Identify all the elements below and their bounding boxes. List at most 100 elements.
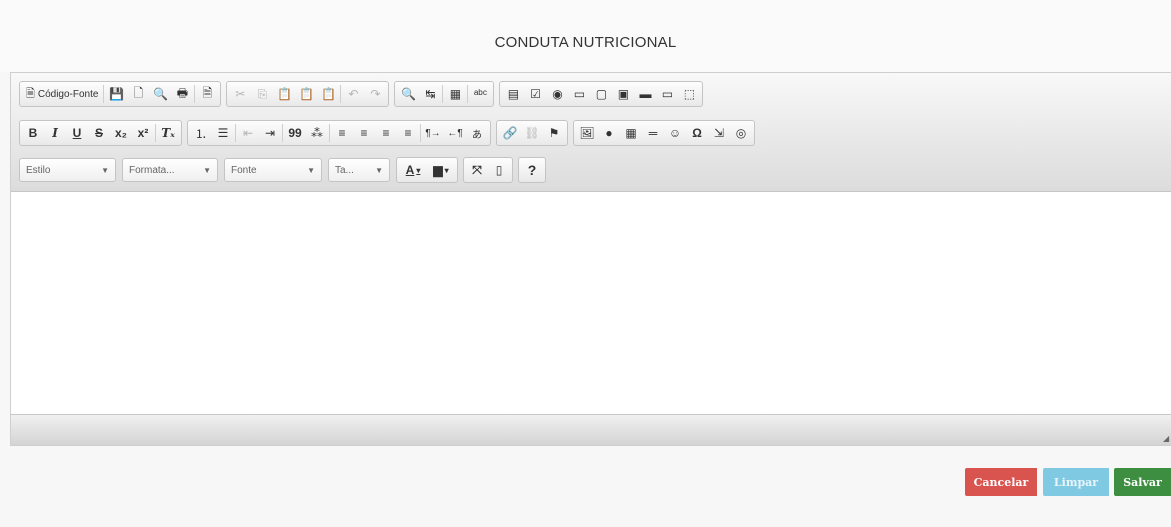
unlink-icon[interactable]: ⛓ bbox=[521, 122, 543, 144]
toolbar-row-1: 🗎 Código-Fonte 💾 🗋 🔍 🖶 🗎 ✂ ⎘ 📋 📋 📋 ↶ ↷ 🔍… bbox=[19, 81, 708, 107]
editing-group: 🔍 ↹ ▦ ᵃᵇᶜ bbox=[394, 81, 495, 107]
clipboard-group: ✂ ⎘ 📋 📋 📋 ↶ ↷ bbox=[226, 81, 390, 107]
separator bbox=[329, 124, 330, 142]
about-group: ? bbox=[518, 157, 546, 183]
rtl-icon[interactable]: ←¶ bbox=[444, 122, 466, 144]
language-icon[interactable]: あ bbox=[466, 122, 488, 144]
link-icon[interactable]: 🔗 bbox=[499, 122, 521, 144]
paste-word-icon[interactable]: 📋 bbox=[317, 83, 339, 105]
separator bbox=[282, 124, 283, 142]
flash-icon[interactable]: ● bbox=[598, 122, 620, 144]
hidden-field-icon[interactable]: ⬚ bbox=[678, 83, 700, 105]
textarea-icon[interactable]: ▢ bbox=[590, 83, 612, 105]
indent-icon[interactable]: ⇥ bbox=[259, 122, 281, 144]
special-char-icon[interactable]: Ω bbox=[686, 122, 708, 144]
background-color-button[interactable]: ▆ ▾ bbox=[427, 159, 455, 181]
image-button-icon[interactable]: ▭ bbox=[656, 83, 678, 105]
new-page-icon[interactable]: 🗋 bbox=[127, 83, 149, 105]
toolbar-row-3: Estilo ▼ Formata... ▼ Fonte ▼ Ta... ▼ A ▾ bbox=[19, 157, 551, 183]
tools-group: ⤧ ▯ bbox=[463, 157, 513, 183]
underline-button[interactable]: U bbox=[66, 122, 88, 144]
paste-icon[interactable]: 📋 bbox=[273, 83, 295, 105]
links-group: 🔗 ⛓ ⚑ bbox=[496, 120, 568, 146]
undo-icon[interactable]: ↶ bbox=[342, 83, 364, 105]
text-color-button[interactable]: A ▾ bbox=[399, 159, 427, 181]
button-field-icon[interactable]: ▬ bbox=[634, 83, 656, 105]
copy-icon[interactable]: ⎘ bbox=[251, 83, 273, 105]
div-container-icon[interactable]: ⁂ bbox=[306, 122, 328, 144]
source-icon: 🗎 bbox=[26, 87, 35, 100]
subscript-button[interactable]: x₂ bbox=[110, 122, 132, 144]
bulleted-list-icon[interactable]: ☰ bbox=[212, 122, 234, 144]
background-color-icon: ▆ bbox=[433, 163, 443, 177]
bold-button[interactable]: B bbox=[22, 122, 44, 144]
page-title: CONDUTA NUTRICIONAL bbox=[494, 34, 677, 51]
radio-icon[interactable]: ◉ bbox=[546, 83, 568, 105]
resize-handle-icon[interactable]: ◢ bbox=[1163, 435, 1169, 443]
align-right-icon[interactable]: ≡ bbox=[375, 122, 397, 144]
chevron-down-icon: ▼ bbox=[375, 165, 383, 175]
form-icon[interactable]: ▤ bbox=[502, 83, 524, 105]
editor-toolbar: 🗎 Código-Fonte 💾 🗋 🔍 🖶 🗎 ✂ ⎘ 📋 📋 📋 ↶ ↷ 🔍… bbox=[11, 73, 1171, 192]
numbered-list-icon[interactable]: ⒈ bbox=[190, 122, 212, 144]
colors-group: A ▾ ▆ ▾ bbox=[396, 157, 458, 183]
source-button[interactable]: 🗎 Código-Fonte bbox=[22, 83, 102, 105]
font-dropdown[interactable]: Fonte ▼ bbox=[224, 158, 322, 182]
redo-icon[interactable]: ↷ bbox=[364, 83, 386, 105]
chevron-down-icon: ▼ bbox=[203, 165, 211, 175]
smiley-icon[interactable]: ☺ bbox=[664, 122, 686, 144]
separator bbox=[442, 85, 444, 103]
print-icon[interactable]: 🖶 bbox=[171, 83, 193, 105]
size-dropdown[interactable]: Ta... ▼ bbox=[328, 158, 390, 182]
editor-content-area[interactable] bbox=[11, 192, 1171, 416]
form-actions: Cancelar Limpar Salvar bbox=[959, 468, 1171, 496]
blockquote-icon[interactable]: 99 bbox=[284, 122, 306, 144]
show-blocks-icon[interactable]: ▯ bbox=[488, 159, 510, 181]
forms-group: ▤ ☑ ◉ ▭ ▢ ▣ ▬ ▭ ⬚ bbox=[499, 81, 704, 107]
preview-icon[interactable]: 🔍 bbox=[149, 83, 171, 105]
align-center-icon[interactable]: ≡ bbox=[353, 122, 375, 144]
remove-format-button[interactable]: Tₓ bbox=[157, 122, 179, 144]
chevron-down-icon: ▾ bbox=[416, 165, 421, 175]
cancel-button[interactable]: Cancelar bbox=[965, 468, 1037, 496]
maximize-icon[interactable]: ⤧ bbox=[466, 159, 488, 181]
textfield-icon[interactable]: ▭ bbox=[568, 83, 590, 105]
image-icon[interactable]: 🖼 bbox=[576, 122, 598, 144]
toolbar-row-2: B I U S x₂ x² Tₓ ⒈ ☰ ⇤ ⇥ 99 ⁂ ≡ ≡ ≡ ≡ ¶→… bbox=[19, 120, 760, 146]
italic-button[interactable]: I bbox=[44, 122, 66, 144]
page-break-icon[interactable]: ⇲ bbox=[708, 122, 730, 144]
select-all-icon[interactable]: ▦ bbox=[444, 83, 466, 105]
format-dropdown[interactable]: Formata... ▼ bbox=[122, 158, 218, 182]
form-header: CONDUTA NUTRICIONAL bbox=[0, 0, 1171, 72]
spellcheck-icon[interactable]: ᵃᵇᶜ bbox=[469, 83, 491, 105]
horizontal-line-icon[interactable]: ═ bbox=[642, 122, 664, 144]
cut-icon[interactable]: ✂ bbox=[229, 83, 251, 105]
save-button[interactable]: Salvar bbox=[1114, 468, 1171, 496]
find-icon[interactable]: 🔍 bbox=[397, 83, 419, 105]
table-icon[interactable]: ▦ bbox=[620, 122, 642, 144]
clear-button[interactable]: Limpar bbox=[1043, 468, 1109, 496]
align-left-icon[interactable]: ≡ bbox=[331, 122, 353, 144]
iframe-icon[interactable]: ◎ bbox=[730, 122, 752, 144]
style-dropdown[interactable]: Estilo ▼ bbox=[19, 158, 116, 182]
outdent-icon[interactable]: ⇤ bbox=[237, 122, 259, 144]
justify-icon[interactable]: ≡ bbox=[397, 122, 419, 144]
source-label: Código-Fonte bbox=[37, 88, 99, 100]
about-icon[interactable]: ? bbox=[521, 159, 543, 181]
anchor-icon[interactable]: ⚑ bbox=[543, 122, 565, 144]
ltr-icon[interactable]: ¶→ bbox=[422, 122, 444, 144]
format-dropdown-label: Formata... bbox=[129, 164, 175, 176]
select-field-icon[interactable]: ▣ bbox=[612, 83, 634, 105]
strike-button[interactable]: S bbox=[88, 122, 110, 144]
save-icon[interactable]: 💾 bbox=[105, 83, 127, 105]
checkbox-icon[interactable]: ☑ bbox=[524, 83, 546, 105]
separator bbox=[155, 124, 156, 142]
separator bbox=[235, 124, 236, 142]
separator bbox=[340, 85, 342, 103]
templates-icon[interactable]: 🗎 bbox=[196, 83, 218, 105]
style-dropdown-label: Estilo bbox=[26, 164, 51, 176]
paste-text-icon[interactable]: 📋 bbox=[295, 83, 317, 105]
document-group: 🗎 Código-Fonte 💾 🗋 🔍 🖶 🗎 bbox=[19, 81, 222, 107]
replace-icon[interactable]: ↹ bbox=[419, 83, 441, 105]
superscript-button[interactable]: x² bbox=[132, 122, 154, 144]
